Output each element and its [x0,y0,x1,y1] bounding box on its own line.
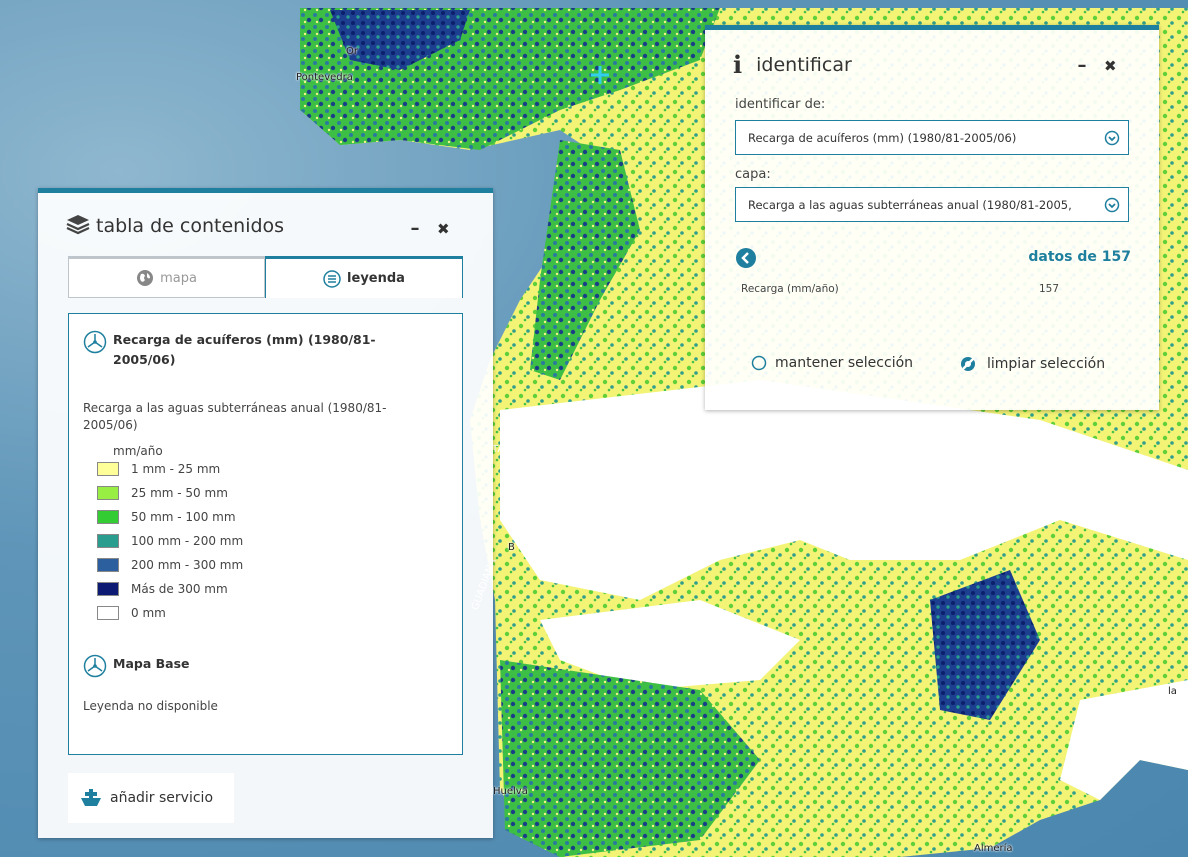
add-service-button[interactable]: añadir servicio [68,773,234,823]
service-name: Mapa Base [113,656,190,671]
legend-item: 50 mm - 100 mm [97,510,236,524]
legend-swatch [97,510,119,524]
clear-selection-icon [961,357,975,371]
service-item[interactable]: Recarga de acuíferos (mm) (1980/81-2005/… [83,330,383,370]
clear-selection-button[interactable]: limpiar selección [959,355,1105,373]
legend-item: 100 mm - 200 mm [97,534,243,548]
service-icon [83,330,107,354]
tab-leyenda-label: leyenda [347,271,405,286]
toc-panel[interactable]: tabla de contenidos – ✖ mapa leyenda Rec… [38,188,493,838]
legend-swatch [97,462,119,476]
keep-selection-toggle[interactable]: mantener selección [751,355,913,371]
result-value: 157 [1039,283,1060,295]
legend-swatch [97,486,119,500]
close-button[interactable]: ✖ [432,220,454,238]
map-label-city: Almería [974,843,1013,854]
identify-from-value: Recarga de acuíferos (mm) (1980/81-2005/… [748,130,1017,145]
info-icon: i [733,50,743,79]
legend-box: Recarga de acuíferos (mm) (1980/81-2005/… [68,313,463,755]
identify-layer-label: capa: [735,167,771,182]
keep-selection-label: mantener selección [775,355,914,371]
map-label-city: Or [346,46,358,57]
radio-icon [751,355,767,371]
clear-selection-label: limpiar selección [987,356,1106,372]
map-label-city: B [508,542,515,553]
layer-name: Recarga a las aguas subterráneas anual (… [83,401,387,432]
legend-item: 200 mm - 300 mm [97,558,243,572]
minimize-button[interactable]: – [1071,55,1093,76]
no-legend-text: Leyenda no disponible [83,699,218,713]
legend-swatch [97,582,119,596]
service-item[interactable]: Mapa Base [83,654,190,678]
result-row: Recarga (mm/año) 157 [741,283,1071,295]
add-service-label: añadir servicio [110,790,214,806]
service-icon [83,654,107,678]
identify-title-text: identificar [756,53,852,76]
map-label-city: Huelva [493,786,528,797]
minimize-button[interactable]: – [404,218,426,239]
layers-icon [66,215,90,235]
legend-item: 0 mm [97,606,166,620]
results-nav: datos de 157 [735,247,1131,271]
map-label-city: Pontevedra [296,72,353,83]
identify-from-label: identificar de: [735,97,826,112]
legend-label: 1 mm - 25 mm [131,462,221,476]
toc-title-text: tabla de contenidos [96,215,285,237]
map-label-city: la [1168,686,1177,697]
legend-label: 0 mm [131,606,166,620]
identify-from-select[interactable]: Recarga de acuíferos (mm) (1980/81-2005/… [735,120,1129,155]
chevron-down-icon [1104,197,1120,213]
toc-tabs: mapa leyenda [68,256,463,300]
identify-title: i identificar [733,50,852,79]
toc-title: tabla de contenidos [66,213,284,237]
previous-result-button[interactable] [735,247,757,269]
globe-icon [137,270,154,286]
results-count: datos de 157 [1028,249,1131,265]
legend-item: 25 mm - 50 mm [97,486,228,500]
legend-unit: mm/año [113,444,163,458]
legend-list-icon [323,269,341,288]
toc-accent-bar [38,188,493,193]
result-field: Recarga (mm/año) [741,283,839,295]
legend-label: 100 mm - 200 mm [131,534,244,548]
legend-label: 200 mm - 300 mm [131,558,244,572]
legend-swatch [97,534,119,548]
legend-item: 1 mm - 25 mm [97,462,220,476]
legend-label: Más de 300 mm [131,582,228,596]
identify-accent-bar [705,25,1159,30]
legend-item: Más de 300 mm [97,582,228,596]
chevron-down-icon [1104,130,1120,146]
tab-mapa[interactable]: mapa [68,256,265,298]
identify-layer-select[interactable]: Recarga a las aguas subterráneas anual (… [735,187,1129,222]
legend-swatch [97,558,119,572]
identify-layer-value: Recarga a las aguas subterráneas anual (… [748,197,1072,212]
map-label-river: TAJO [492,444,515,455]
legend-label: 50 mm - 100 mm [131,510,236,524]
legend-swatch [97,606,119,620]
tab-mapa-label: mapa [160,270,197,286]
service-name: Recarga de acuíferos (mm) (1980/81-2005/… [113,332,376,367]
tab-leyenda[interactable]: leyenda [265,256,463,298]
legend-label: 25 mm - 50 mm [131,486,228,500]
identify-panel[interactable]: i identificar – ✖ identificar de: Recarg… [705,25,1159,410]
add-service-icon [81,789,101,806]
close-button[interactable]: ✖ [1099,57,1121,75]
